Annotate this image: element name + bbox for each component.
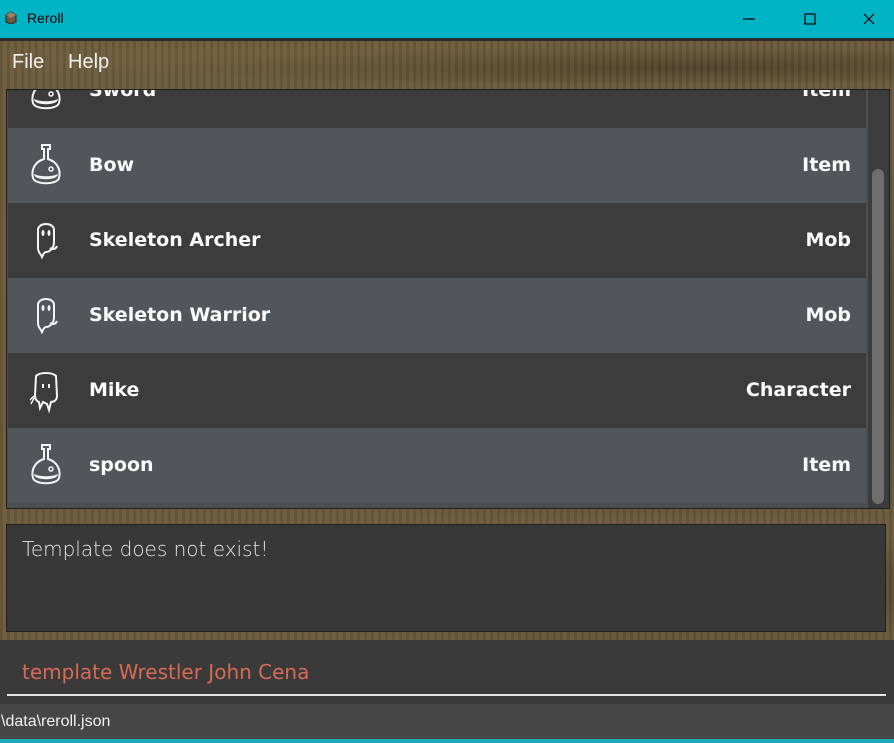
- command-box: [0, 640, 894, 704]
- item-type: Character: [745, 379, 851, 401]
- item-name: Skeleton Archer: [89, 229, 261, 251]
- potion-icon: [31, 144, 61, 185]
- potion-icon: [31, 90, 61, 110]
- result-display: Template does not exist!: [6, 524, 886, 632]
- minimize-icon: [743, 18, 755, 20]
- menu-bar: File Help: [0, 38, 894, 84]
- maximize-icon: [804, 13, 816, 25]
- result-panel: Template does not exist!: [0, 516, 894, 640]
- item-name: Skeleton Warrior: [89, 304, 271, 326]
- list-item[interactable]: Skeleton Warrior Mob: [8, 278, 866, 353]
- item-type: Item: [802, 154, 851, 176]
- window-bottom-border: [0, 739, 894, 743]
- list-item[interactable]: spoon Item: [8, 428, 866, 503]
- menu-file[interactable]: File: [12, 51, 44, 74]
- maximize-button[interactable]: [781, 0, 839, 38]
- list-item[interactable]: Mike Character: [8, 353, 866, 428]
- item-name: Mike: [89, 379, 140, 401]
- list-item[interactable]: Skeleton Archer Mob: [8, 203, 866, 278]
- window-title: Reroll: [27, 10, 64, 26]
- scrollbar-thumb[interactable]: [872, 169, 884, 504]
- item-type: Mob: [805, 304, 851, 326]
- entity-list[interactable]: Sword Item Bow Item Skeleton Archer Mob: [6, 89, 890, 509]
- close-icon: [863, 13, 875, 25]
- ghost-icon: [37, 223, 58, 260]
- item-name: Bow: [89, 154, 135, 176]
- command-input[interactable]: [7, 650, 886, 696]
- minimize-button[interactable]: [720, 0, 778, 38]
- item-name: Sword: [89, 89, 157, 101]
- list-item[interactable]: Sword Item: [8, 89, 866, 128]
- list-panel: Sword Item Bow Item Skeleton Archer Mob: [0, 84, 894, 516]
- title-bar: Reroll: [0, 0, 894, 38]
- result-message: Template does not exist!: [22, 537, 269, 561]
- item-type: Item: [802, 89, 851, 101]
- list-item[interactable]: Bow Item: [8, 128, 866, 203]
- ghost-icon: [37, 298, 58, 335]
- item-type: Item: [802, 454, 851, 476]
- save-location: \data\reroll.json: [1, 713, 111, 730]
- app-icon: [5, 11, 17, 25]
- item-type: Mob: [805, 229, 851, 251]
- menu-help[interactable]: Help: [68, 51, 109, 74]
- item-name: spoon: [89, 454, 154, 476]
- character-icon: [29, 372, 59, 414]
- status-bar: \data\reroll.json: [0, 704, 894, 739]
- close-button[interactable]: [840, 0, 894, 38]
- potion-icon: [31, 444, 61, 485]
- scrollbar[interactable]: [868, 90, 889, 508]
